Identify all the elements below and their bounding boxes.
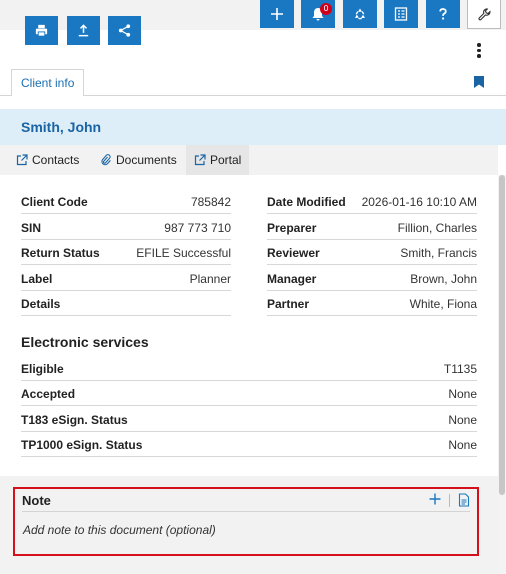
upload-button[interactable]	[67, 16, 100, 45]
scrollbar-thumb[interactable]	[499, 175, 505, 495]
detail-row: Date Modified 2026-01-16 10:10 AM	[267, 188, 477, 214]
external-link-icon	[194, 154, 206, 166]
contacts-link[interactable]: Contacts	[8, 145, 87, 175]
note-title: Note	[22, 493, 51, 508]
detail-value: 987 773 710	[164, 221, 231, 235]
note-divider-line	[22, 511, 470, 512]
client-name-header: Smith, John	[0, 109, 506, 145]
notification-badge: 0	[320, 3, 332, 15]
detail-label: Date Modified	[267, 195, 346, 209]
print-icon	[35, 24, 48, 37]
settings-button[interactable]	[467, 0, 501, 29]
external-link-icon	[16, 154, 28, 166]
detail-value: EFILE Successful	[136, 246, 231, 260]
eservice-row: Eligible T1135	[21, 355, 477, 381]
eservice-value: None	[448, 387, 477, 401]
detail-value: Smith, Francis	[400, 246, 477, 260]
share-button[interactable]	[108, 16, 141, 45]
notifications-button[interactable]: 0	[301, 0, 335, 28]
detail-row: SIN 987 773 710	[21, 214, 231, 240]
detail-value: Planner	[189, 272, 231, 286]
detail-value: 2026-01-16 10:10 AM	[361, 195, 477, 209]
eservice-value: T1135	[443, 362, 477, 376]
recycle-icon	[355, 8, 365, 20]
note-box: Note Add note to this document (optional…	[13, 487, 479, 556]
eservice-row: Accepted None	[21, 380, 477, 406]
eservice-label: Eligible	[21, 362, 64, 376]
wrench-icon	[477, 7, 490, 20]
detail-row: Return Status EFILE Successful	[21, 239, 231, 265]
eservice-row: T183 eSign. Status None	[21, 406, 477, 432]
eservice-value: None	[448, 438, 477, 452]
eservice-row: TP1000 eSign. Status None	[21, 431, 477, 457]
eservice-label: Accepted	[21, 387, 76, 401]
tab-client-info[interactable]: Client info	[11, 69, 85, 97]
detail-label: Label	[21, 272, 53, 286]
paperclip-icon	[101, 154, 111, 166]
bookmark-icon[interactable]	[474, 76, 484, 88]
detail-row: Label Planner	[21, 265, 231, 291]
detail-value: 785842	[190, 195, 231, 209]
print-button[interactable]	[25, 16, 58, 45]
detail-row: Preparer Fillion, Charles	[267, 214, 477, 240]
portal-link[interactable]: Portal	[186, 145, 250, 175]
add-button[interactable]	[260, 0, 294, 28]
eservice-label: T183 eSign. Status	[21, 413, 128, 427]
share-icon	[118, 24, 131, 37]
help-icon	[439, 8, 447, 20]
scrollbar[interactable]	[498, 175, 506, 574]
note-input[interactable]: Add note to this document (optional)	[23, 523, 216, 537]
more-options-icon[interactable]	[476, 43, 482, 59]
documents-link[interactable]: Documents	[92, 145, 185, 175]
upload-icon	[78, 24, 89, 37]
portal-link-label: Portal	[210, 153, 242, 167]
detail-label: Return Status	[21, 246, 100, 260]
checklist-button[interactable]	[384, 0, 418, 28]
detail-label: Reviewer	[267, 246, 320, 260]
detail-row: Client Code 785842	[21, 188, 231, 214]
detail-label: Preparer	[267, 221, 317, 235]
detail-row: Details	[21, 290, 231, 316]
eservice-label: TP1000 eSign. Status	[21, 438, 143, 452]
tab-bar: Client info	[0, 69, 506, 97]
detail-label: Details	[21, 297, 61, 311]
detail-value: Fillion, Charles	[397, 221, 477, 235]
detail-value: Brown, John	[410, 272, 477, 286]
detail-row: Manager Brown, John	[267, 265, 477, 291]
recycle-button[interactable]	[343, 0, 377, 28]
checklist-icon	[394, 7, 408, 21]
documents-link-label: Documents	[116, 153, 177, 167]
add-note-icon[interactable]	[428, 492, 442, 506]
detail-label: Partner	[267, 297, 310, 311]
eservice-value: None	[448, 413, 477, 427]
detail-value: White, Fiona	[409, 297, 477, 311]
detail-row: Reviewer Smith, Francis	[267, 239, 477, 265]
detail-row: Partner White, Fiona	[267, 290, 477, 316]
detail-label: SIN	[21, 221, 42, 235]
contacts-link-label: Contacts	[32, 153, 80, 167]
plus-icon	[271, 8, 283, 20]
client-links-bar: Contacts Documents Portal	[0, 145, 498, 175]
detail-label: Manager	[267, 272, 317, 286]
electronic-services-title: Electronic services	[21, 334, 149, 350]
document-icon[interactable]	[458, 493, 470, 507]
detail-label: Client Code	[21, 195, 88, 209]
help-button[interactable]	[426, 0, 460, 28]
note-divider	[449, 494, 450, 507]
